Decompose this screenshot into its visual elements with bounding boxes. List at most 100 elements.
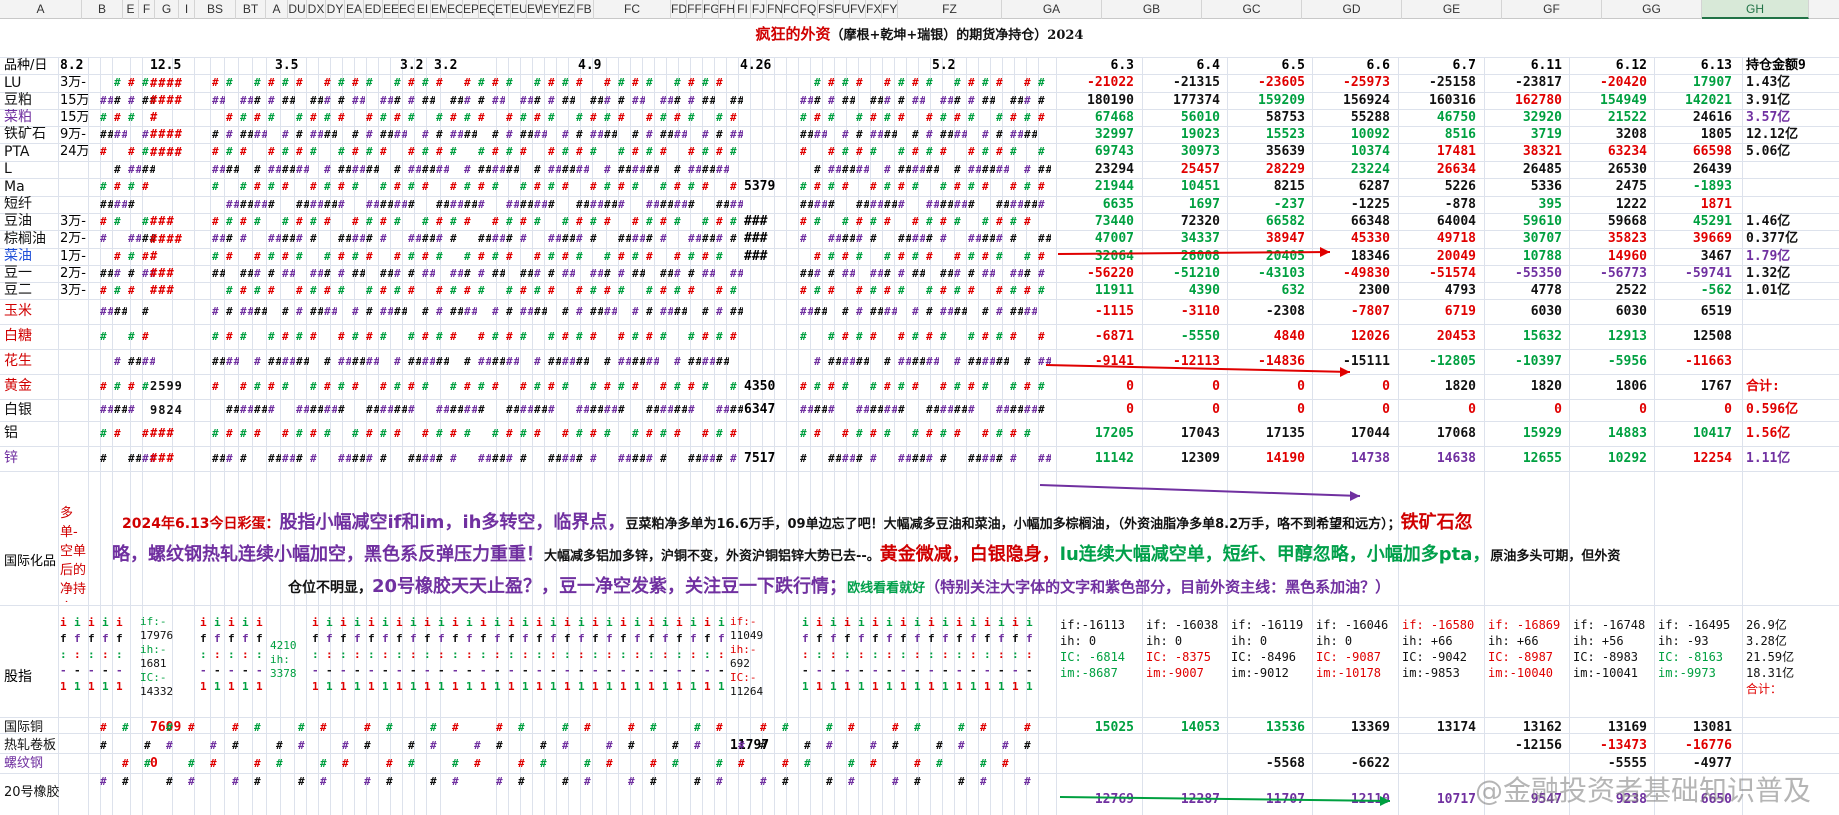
column-header-ff[interactable]: FF	[687, 0, 703, 19]
row-fc: 6347	[744, 402, 776, 417]
column-header-dx[interactable]: DX	[307, 0, 326, 19]
overflow-cell: ##	[912, 232, 925, 245]
column-header-fo[interactable]: FO	[783, 0, 799, 19]
overflow-cell: #	[716, 330, 724, 343]
column-header-ep[interactable]: EP	[463, 0, 479, 19]
column-header-fn[interactable]: FN	[767, 0, 783, 19]
column-header-eg[interactable]: EG	[399, 0, 415, 19]
bottom-overflow: #	[804, 739, 812, 752]
column-header-fb[interactable]: FB	[575, 0, 594, 19]
column-header-a[interactable]: A	[0, 0, 82, 19]
column-header-gf[interactable]: GF	[1502, 0, 1602, 19]
column-header-fd[interactable]: FD	[671, 0, 687, 19]
column-header-ge[interactable]: GE	[1402, 0, 1502, 19]
column-header-g[interactable]: G	[155, 0, 179, 19]
column-header-fs[interactable]: FS	[818, 0, 834, 19]
column-header-gg[interactable]: GG	[1602, 0, 1702, 19]
overflow-cell: ##	[436, 355, 449, 368]
index-overflow: 1	[354, 680, 362, 693]
index-overflow: i	[242, 616, 250, 629]
column-header-fq[interactable]: FQ	[799, 0, 818, 19]
overflow-cell: ##	[352, 355, 365, 368]
column-header-fj[interactable]: FJ	[751, 0, 767, 19]
column-header-b[interactable]: B	[82, 0, 123, 19]
overflow-cell: #	[226, 284, 234, 297]
index-cell: if: -16869	[1488, 618, 1561, 632]
overflow-cell: ##	[240, 94, 253, 107]
bottom-overflow: #	[430, 775, 438, 788]
column-header-a[interactable]: A	[266, 0, 288, 19]
overflow-cell: #	[114, 215, 122, 228]
column-header-fz[interactable]: FZ	[898, 0, 1002, 19]
index-overflow: :	[368, 648, 376, 661]
overflow-cell: #	[436, 76, 444, 89]
spreadsheet-grid[interactable]: 品种/日 8.2 12.5 3.5 3.2 3.2 4.9 4.26 5.2 6.3 6.4 6.5 6…	[0, 57, 1839, 815]
column-header-em[interactable]: EM	[431, 0, 447, 19]
column-header-bs[interactable]: BS	[195, 0, 236, 19]
index-total: 3.28亿	[1746, 634, 1787, 648]
column-header-fg[interactable]: FG	[703, 0, 719, 19]
column-header-gb[interactable]: GB	[1102, 0, 1202, 19]
row-value: -3110	[1180, 304, 1220, 319]
row-value: 32920	[1522, 110, 1562, 125]
column-header-gc[interactable]: GC	[1202, 0, 1302, 19]
column-header-ea[interactable]: EA	[345, 0, 364, 19]
bottom-overflow: #	[848, 721, 856, 734]
column-header-ed[interactable]: ED	[364, 0, 383, 19]
column-header-fc[interactable]: FC	[594, 0, 671, 19]
column-header-dy[interactable]: DY	[326, 0, 345, 19]
overflow-cell: #	[702, 145, 710, 158]
bottom-overflow: #	[892, 775, 900, 788]
column-header-eo[interactable]: EO	[447, 0, 463, 19]
column-header-eq[interactable]: EQ	[479, 0, 495, 19]
row-value: 10374	[1350, 144, 1390, 159]
overflow-cell: #	[618, 111, 626, 124]
overflow-cell: ##	[226, 355, 239, 368]
index-overflow: :	[494, 648, 502, 661]
overflow-cell: ##	[464, 403, 477, 416]
overflow-cell: #	[1038, 111, 1046, 124]
index-overflow: :	[466, 648, 474, 661]
column-header-et[interactable]: ET	[495, 0, 511, 19]
index-overflow: :	[718, 648, 726, 661]
column-header-fv[interactable]: FV	[850, 0, 866, 19]
column-header-fy[interactable]: FY	[882, 0, 898, 19]
column-header-ey[interactable]: EY	[543, 0, 559, 19]
row-value: 38947	[1265, 231, 1305, 246]
index-overflow: 1	[634, 680, 642, 693]
column-header-ee[interactable]: EE	[383, 0, 399, 19]
column-header-du[interactable]: DU	[288, 0, 307, 19]
overflow-cell: #	[534, 267, 542, 280]
overflow-cell: ##	[842, 163, 855, 176]
column-header-fx[interactable]: FX	[866, 0, 882, 19]
column-header-i[interactable]: I	[179, 0, 195, 19]
overflow-cell: #	[828, 380, 836, 393]
column-header-e[interactable]: E	[123, 0, 139, 19]
row-value: -5956	[1607, 354, 1647, 369]
column-header-ei[interactable]: EI	[415, 0, 431, 19]
overflow-cell: ##	[324, 403, 337, 416]
overflow-cell: #	[632, 145, 640, 158]
overflow-cell: #	[604, 94, 612, 107]
index-overflow: 1	[508, 680, 516, 693]
row-value: 12026	[1350, 329, 1390, 344]
column-header-fi[interactable]: FI	[735, 0, 751, 19]
overflow-cell: #	[646, 128, 654, 141]
column-header-fu[interactable]: FU	[834, 0, 850, 19]
column-header-fh[interactable]: FH	[719, 0, 735, 19]
column-header-gd[interactable]: GD	[1302, 0, 1402, 19]
overflow-cell: #	[394, 163, 402, 176]
overflow-cell: #	[926, 452, 934, 465]
overflow-cell: #	[128, 180, 136, 193]
column-header-ez[interactable]: EZ	[559, 0, 575, 19]
commentary-oil: 原油多头可期，但外资	[1490, 549, 1621, 564]
column-header-bt[interactable]: BT	[236, 0, 266, 19]
overflow-cell: #	[352, 305, 360, 318]
column-header-eu[interactable]: EU	[511, 0, 527, 19]
index-overflow: :	[382, 648, 390, 661]
column-header-f[interactable]: F	[139, 0, 155, 19]
column-header-ga[interactable]: GA	[1002, 0, 1102, 19]
column-header-ew[interactable]: EW	[527, 0, 543, 19]
column-header-gh[interactable]: GH	[1702, 0, 1809, 19]
overflow-cell: #	[954, 76, 962, 89]
